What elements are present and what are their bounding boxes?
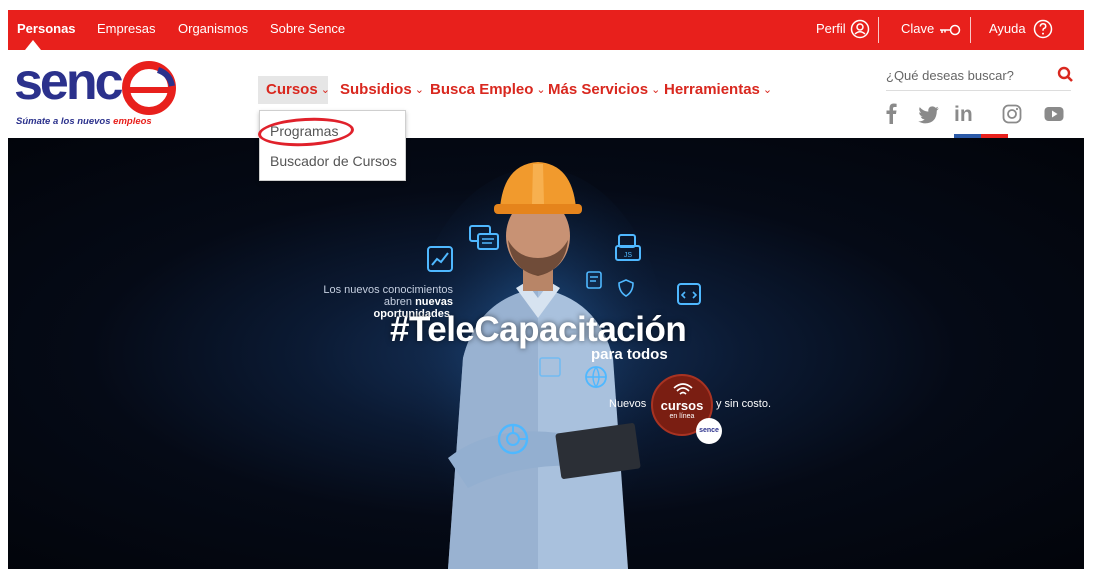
user-icon[interactable] — [850, 19, 870, 39]
topbar-link-personas[interactable]: Personas — [17, 21, 76, 36]
tagline-line1: Los nuevos conocimientos — [323, 284, 453, 296]
badge-title: cursos — [660, 398, 704, 413]
instagram-icon[interactable] — [1002, 104, 1022, 124]
cursos-dropdown-menu: Programas Buscador de Cursos — [257, 110, 406, 181]
tagline-empleos: empleos — [113, 116, 152, 127]
perfil-link[interactable]: Perfil — [816, 21, 846, 36]
dropdown-item-buscador-de-cursos[interactable]: Buscador de Cursos — [270, 153, 397, 169]
dropdown-item-programas[interactable]: Programas — [270, 123, 338, 139]
hero-headline: #TeleCapacitación — [390, 310, 687, 349]
shield-icon — [618, 279, 634, 297]
chat-bubbles-icon — [469, 225, 499, 250]
hero-banner[interactable]: JS Los nuevos conocimientos abren nuevas — [8, 138, 1084, 569]
topbar-divider — [878, 17, 879, 43]
search-icon[interactable] — [1056, 65, 1076, 85]
chart-growth-icon — [427, 246, 453, 272]
nav-item-mas-servicios[interactable]: Más Servicios ⌄ — [540, 76, 664, 104]
logo-e-swirl-icon — [122, 61, 176, 115]
topbar-link-sobre-sence[interactable]: Sobre Sence — [270, 21, 345, 36]
active-caret-icon — [25, 40, 41, 50]
nav-label: Busca Empleo — [430, 81, 534, 98]
facebook-icon[interactable] — [884, 102, 898, 124]
topbar-link-empresas[interactable]: Empresas — [97, 21, 156, 36]
youtube-icon[interactable] — [1044, 106, 1064, 122]
document-icon — [586, 271, 602, 289]
search-box — [886, 64, 1076, 86]
hero-sin-costo-text: y sin costo. — [716, 398, 772, 410]
nav-item-cursos[interactable]: Cursos ⌄ — [258, 76, 330, 104]
nav-item-herramientas[interactable]: Herramientas ⌄ — [656, 76, 776, 104]
nav-label: Más Servicios — [548, 81, 649, 98]
help-icon[interactable] — [1033, 19, 1053, 39]
nav-label: Cursos — [266, 81, 318, 98]
hero-subhead: para todos — [591, 346, 668, 363]
globe-icon — [585, 366, 607, 389]
search-input[interactable] — [886, 64, 1046, 86]
js-file-icon: JS — [615, 234, 641, 261]
sence-logo[interactable]: senc Súmate a los nuevos empleos — [14, 53, 176, 128]
code-window-icon — [677, 283, 701, 305]
sence-mini-logo: sence — [696, 418, 722, 444]
ayuda-link[interactable]: Ayuda — [989, 21, 1026, 36]
svg-text:JS: JS — [624, 252, 633, 259]
linkedin-icon[interactable]: in — [954, 103, 973, 127]
page: Personas Empresas Organismos Sobre Sence… — [0, 0, 1093, 569]
chevron-down-icon: ⌄ — [762, 84, 773, 96]
search-underline — [886, 90, 1071, 91]
topbar-link-organismos[interactable]: Organismos — [178, 21, 248, 36]
nav-item-subsidios[interactable]: Subsidios ⌄ — [332, 76, 428, 104]
top-bar: Personas Empresas Organismos Sobre Sence… — [8, 10, 1084, 50]
hero-nuevos-text: Nuevos — [609, 398, 647, 410]
tagline-line2a: abren — [383, 296, 416, 308]
tagline-text: Súmate a los nuevos — [16, 116, 114, 127]
image-icon — [539, 357, 561, 377]
logo-wordmark: senc — [14, 53, 124, 111]
chevron-down-icon: ⌄ — [320, 84, 330, 96]
nav-label: Herramientas — [664, 81, 760, 98]
pie-chart-icon — [497, 423, 529, 455]
topbar-divider — [970, 17, 971, 43]
clave-link[interactable]: Clave — [901, 21, 934, 36]
nav-item-busca-empleo[interactable]: Busca Empleo ⌄ — [422, 76, 550, 104]
header: senc Súmate a los nuevos empleos Cursos ⌄… — [8, 50, 1084, 139]
logo-tagline: Súmate a los nuevos empleos — [16, 116, 152, 127]
twitter-icon[interactable] — [918, 106, 940, 124]
key-icon[interactable] — [938, 23, 962, 37]
wifi-icon — [673, 383, 693, 395]
nav-label: Subsidios — [340, 81, 412, 98]
